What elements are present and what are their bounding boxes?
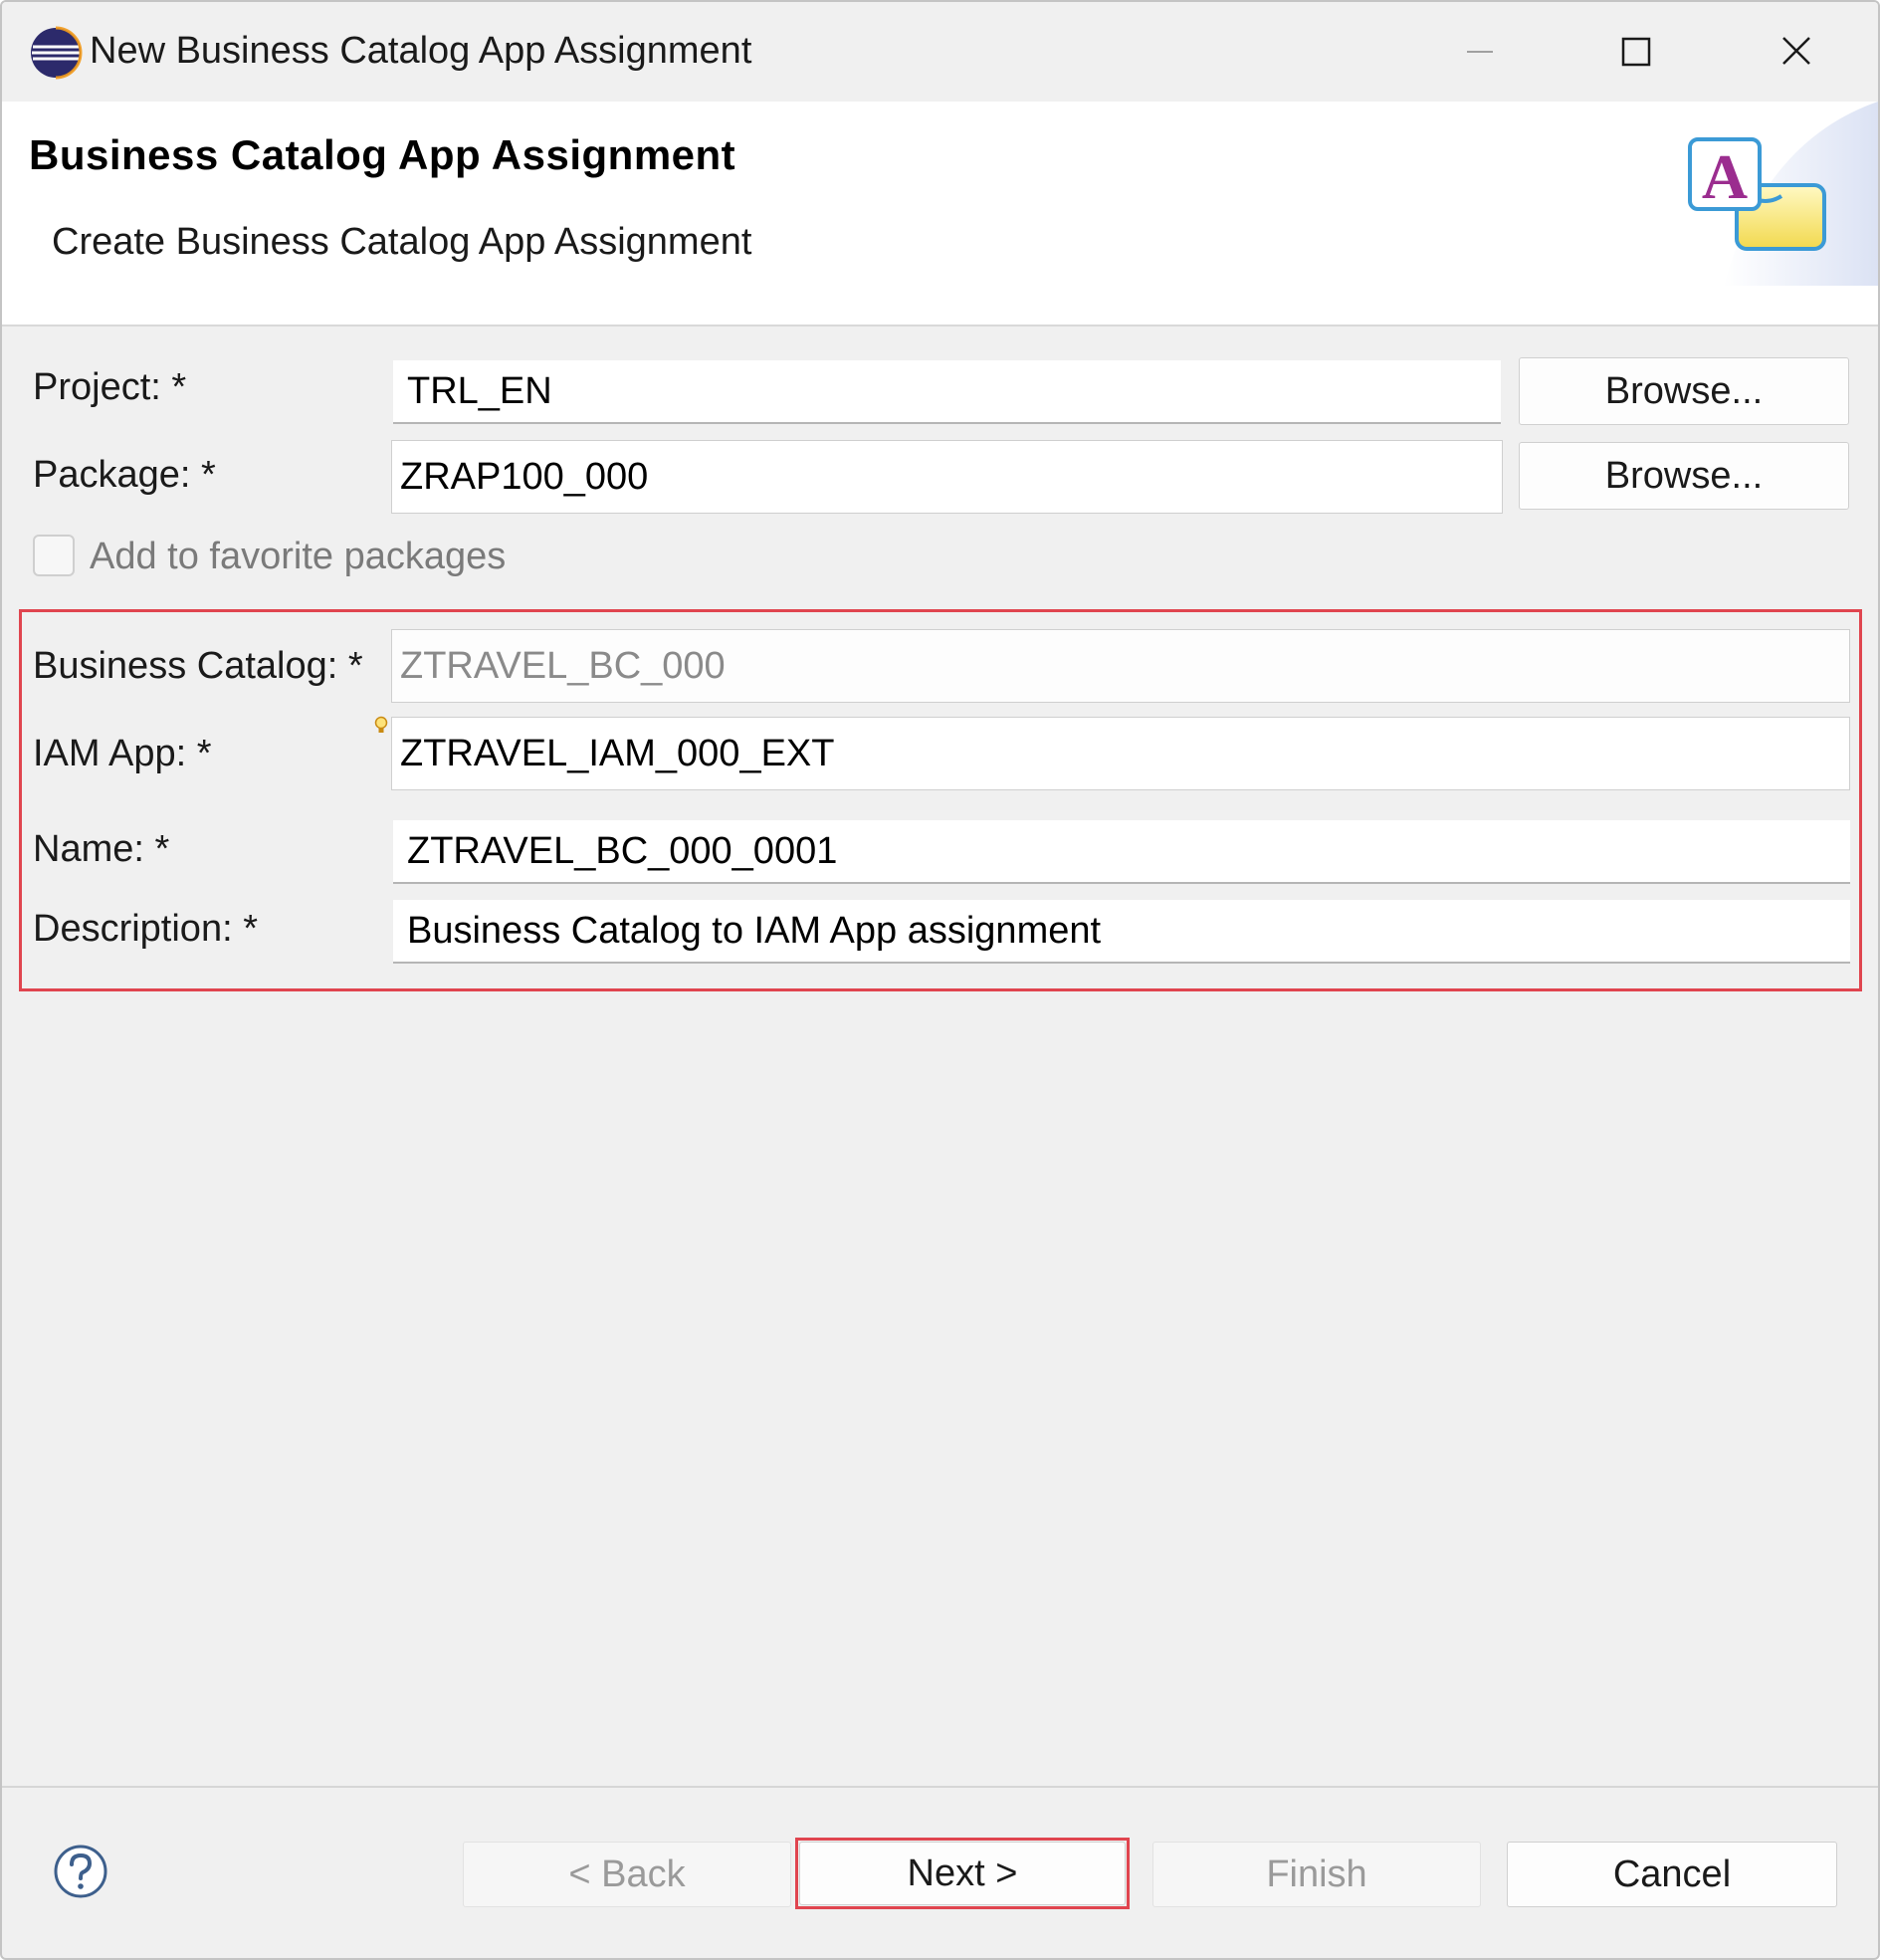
window-title: New Business Catalog App Assignment <box>90 30 752 72</box>
favorite-packages-checkbox[interactable] <box>33 535 75 576</box>
content-assist-bulb-icon <box>374 716 388 733</box>
cancel-button[interactable]: Cancel <box>1507 1842 1837 1907</box>
name-label: Name: * <box>33 828 170 870</box>
package-field[interactable]: ZRAP100_000 <box>391 440 1503 514</box>
finish-button[interactable]: Finish <box>1152 1842 1481 1907</box>
title-bar: New Business Catalog App Assignment <box>2 2 1878 102</box>
wizard-dialog: New Business Catalog App Assignment Busi… <box>0 0 1880 1960</box>
footer-separator <box>2 1786 1878 1788</box>
back-button[interactable]: < Back <box>463 1842 791 1907</box>
business-catalog-label: Business Catalog: * <box>33 645 363 687</box>
next-highlight-frame <box>795 1838 1130 1909</box>
iam-app-label: IAM App: * <box>33 733 212 774</box>
project-browse-button[interactable]: Browse... <box>1519 357 1849 425</box>
banner-title: Business Catalog App Assignment <box>29 131 736 178</box>
favorite-packages-label: Add to favorite packages <box>90 536 507 577</box>
description-field[interactable]: Business Catalog to IAM App assignment <box>393 900 1850 964</box>
package-label: Package: * <box>33 454 216 496</box>
wizard-banner: Business Catalog App Assignment Create B… <box>2 102 1878 327</box>
maximize-icon[interactable] <box>1592 20 1682 84</box>
help-icon[interactable] <box>53 1844 108 1899</box>
close-icon[interactable] <box>1752 20 1841 84</box>
iam-app-field[interactable]: ZTRAVEL_IAM_000_EXT <box>391 717 1850 790</box>
package-browse-button[interactable]: Browse... <box>1519 442 1849 510</box>
eclipse-app-icon <box>31 26 83 80</box>
project-label: Project: * <box>33 366 187 408</box>
minimize-icon[interactable] <box>1435 20 1525 84</box>
abap-object-wizard-icon: A <box>1688 102 1878 286</box>
svg-text:A: A <box>1702 141 1748 212</box>
banner-subtitle: Create Business Catalog App Assignment <box>52 221 752 263</box>
name-field[interactable]: ZTRAVEL_BC_000_0001 <box>393 820 1850 884</box>
description-label: Description: * <box>33 908 258 950</box>
project-field[interactable]: TRL_EN <box>393 360 1501 424</box>
business-catalog-field[interactable]: ZTRAVEL_BC_000 <box>391 629 1850 703</box>
